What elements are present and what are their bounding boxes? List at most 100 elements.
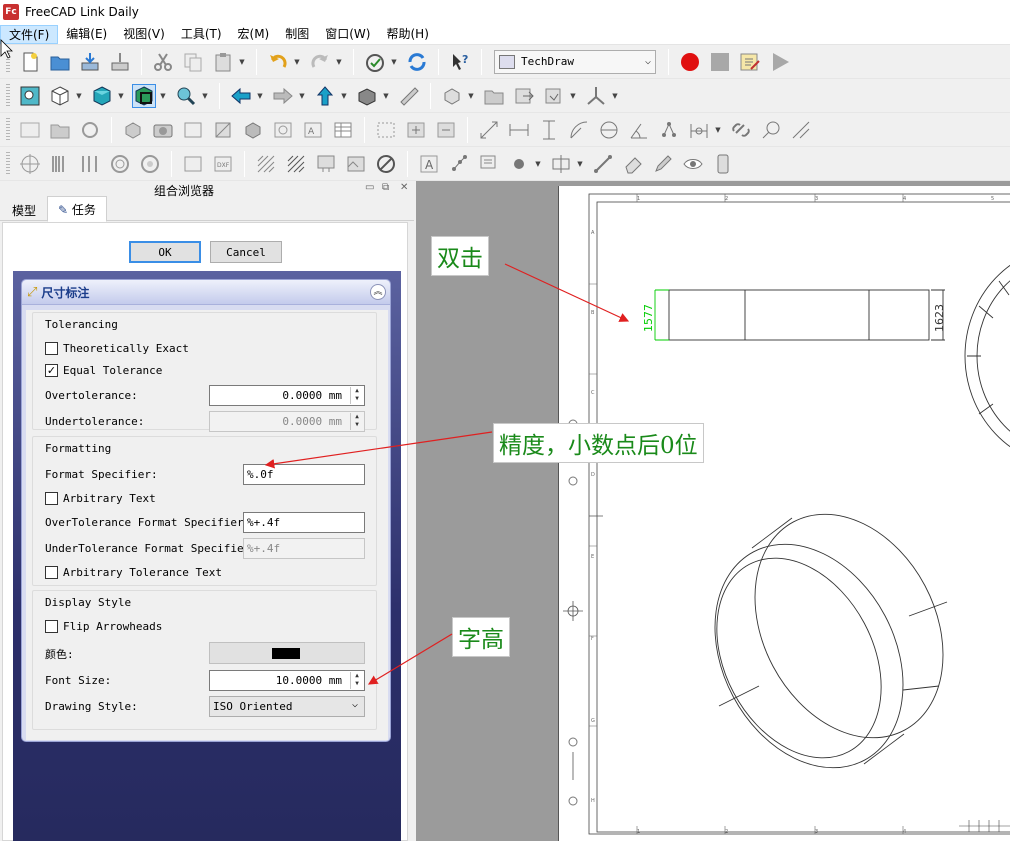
balloon-icon[interactable] [759, 118, 783, 142]
drawing-sheet[interactable]: 1 2 3 4 5 1 2 3 4 A B C D E F G H 1577 1… [558, 186, 1010, 841]
workbench-selector[interactable]: TechDraw ⌵ [494, 49, 656, 74]
zoom-icon[interactable] [174, 84, 198, 108]
insert-view-icon[interactable] [121, 118, 145, 142]
refresh-check-icon[interactable] [363, 50, 387, 74]
macro-edit-icon[interactable] [738, 50, 762, 74]
geom-hatch-icon[interactable] [284, 152, 308, 176]
new-document-icon[interactable] [18, 50, 42, 74]
chevron-down-icon[interactable]: ▼ [611, 84, 619, 108]
pencil-icon[interactable] [651, 152, 675, 176]
toggle-frame-icon[interactable] [374, 152, 398, 176]
undock-panel-icon[interactable]: ⧉ [382, 182, 389, 193]
save-as-icon[interactable] [108, 50, 132, 74]
collapse-icon[interactable]: ︽ [370, 284, 386, 300]
export-page-icon[interactable]: DXF [211, 152, 235, 176]
macro-record-icon[interactable] [678, 50, 702, 74]
forward-arrow-icon[interactable] [271, 84, 295, 108]
arbitrary-tolerance-text-checkbox[interactable] [45, 566, 58, 579]
cancel-button[interactable]: Cancel [210, 241, 282, 263]
menu-techdraw[interactable]: 制图 [277, 25, 317, 44]
menu-file[interactable]: 文件(F) [0, 24, 59, 44]
chevron-down-icon[interactable]: ▼ [576, 152, 584, 176]
menu-tools[interactable]: 工具(T) [173, 25, 230, 44]
chevron-down-icon[interactable]: ▼ [467, 84, 475, 108]
bounding-box-icon[interactable] [90, 84, 114, 108]
draw-style-icon[interactable] [48, 84, 72, 108]
std-views-icon[interactable] [132, 83, 156, 108]
back-arrow-icon[interactable] [229, 84, 253, 108]
menu-help[interactable]: 帮助(H) [378, 25, 436, 44]
spreadsheet-view-icon[interactable] [331, 118, 355, 142]
projection-group-icon[interactable] [181, 118, 205, 142]
chevron-down-icon[interactable]: ▼ [298, 84, 306, 108]
measure-icon[interactable] [397, 84, 421, 108]
chevron-down-icon[interactable]: ▼ [201, 84, 209, 108]
image-icon[interactable] [344, 152, 368, 176]
ok-button[interactable]: OK [129, 241, 201, 263]
link-export-icon[interactable] [512, 84, 536, 108]
close-panel-icon[interactable]: ✕ [400, 182, 408, 193]
chevron-down-icon[interactable]: ▼ [534, 152, 542, 176]
cut-icon[interactable] [151, 50, 175, 74]
eye-icon[interactable] [681, 152, 705, 176]
up-arrow-icon[interactable] [313, 84, 337, 108]
overtolerance-field[interactable]: 0.0000 mm ▲ ▼ [209, 385, 365, 406]
spin-buttons-icon[interactable]: ▲ ▼ [350, 672, 363, 689]
draft-view-icon[interactable] [271, 118, 295, 142]
clip-remove-icon[interactable] [434, 118, 458, 142]
clip-add-icon[interactable] [404, 118, 428, 142]
whats-this-icon[interactable]: ? [448, 50, 472, 74]
macro-stop-icon[interactable] [708, 50, 732, 74]
centerline-icon[interactable] [78, 152, 102, 176]
paste-icon[interactable] [211, 50, 235, 74]
spin-buttons-icon[interactable]: ▲ ▼ [350, 413, 363, 430]
weld-symbol-icon[interactable] [447, 152, 471, 176]
annotation-icon[interactable]: A [301, 118, 325, 142]
chevron-down-icon[interactable]: ▼ [335, 50, 343, 74]
copy-icon[interactable] [181, 50, 205, 74]
tab-tasks[interactable]: ✎ 任务 [47, 196, 107, 222]
part-icon[interactable] [355, 84, 379, 108]
center-mark-icon[interactable] [18, 152, 42, 176]
menu-window[interactable]: 窗口(W) [317, 25, 378, 44]
chevron-down-icon[interactable]: ▼ [256, 84, 264, 108]
image-insert-icon[interactable] [181, 152, 205, 176]
toolbar-grip[interactable] [6, 49, 10, 74]
chevron-down-icon[interactable]: ▼ [340, 84, 348, 108]
stacking-icon[interactable] [711, 152, 735, 176]
section-view-icon[interactable] [211, 118, 235, 142]
toolbar-grip[interactable] [6, 151, 10, 176]
open-folder-icon[interactable] [48, 50, 72, 74]
macro-run-icon[interactable] [768, 50, 792, 74]
undertolerance-format-field[interactable]: %+.4f [243, 538, 365, 559]
undo-icon[interactable] [266, 50, 290, 74]
link-make-icon[interactable] [440, 84, 464, 108]
eraser-icon[interactable] [621, 152, 645, 176]
circle-icon[interactable] [108, 152, 132, 176]
detail-view-icon[interactable] [241, 118, 265, 142]
recompute-icon[interactable] [405, 50, 429, 74]
ring-view-top[interactable] [964, 246, 1010, 466]
drawing-style-select[interactable]: ISO Oriented ⌵ [209, 696, 365, 717]
theoretically-exact-checkbox[interactable] [45, 342, 58, 355]
diameter-dimension-icon[interactable] [597, 118, 621, 142]
undertolerance-field[interactable]: 0.0000 mm ▲ ▼ [209, 411, 365, 432]
spin-buttons-icon[interactable]: ▲ ▼ [350, 387, 363, 404]
redo-icon[interactable] [308, 50, 332, 74]
midpoint-icon[interactable] [549, 152, 573, 176]
active-view-icon[interactable] [151, 118, 175, 142]
axis-cross-icon[interactable] [584, 84, 608, 108]
toolbar-grip[interactable] [6, 117, 10, 142]
angle-dimension-icon[interactable] [627, 118, 651, 142]
group-icon[interactable] [482, 84, 506, 108]
selected-dimension-label[interactable]: 1577 [642, 304, 655, 332]
float-panel-icon[interactable]: ▭ [365, 182, 374, 193]
tab-model[interactable]: 模型 [2, 198, 46, 221]
toolbar-grip[interactable] [6, 83, 10, 108]
leader-line-icon[interactable]: A [417, 152, 441, 176]
menu-macro[interactable]: 宏(M) [230, 25, 278, 44]
format-specifier-field[interactable]: %.0f [243, 464, 365, 485]
menu-edit[interactable]: 编辑(E) [58, 25, 115, 44]
arc-icon[interactable] [138, 152, 162, 176]
color-picker-button[interactable] [209, 642, 365, 664]
